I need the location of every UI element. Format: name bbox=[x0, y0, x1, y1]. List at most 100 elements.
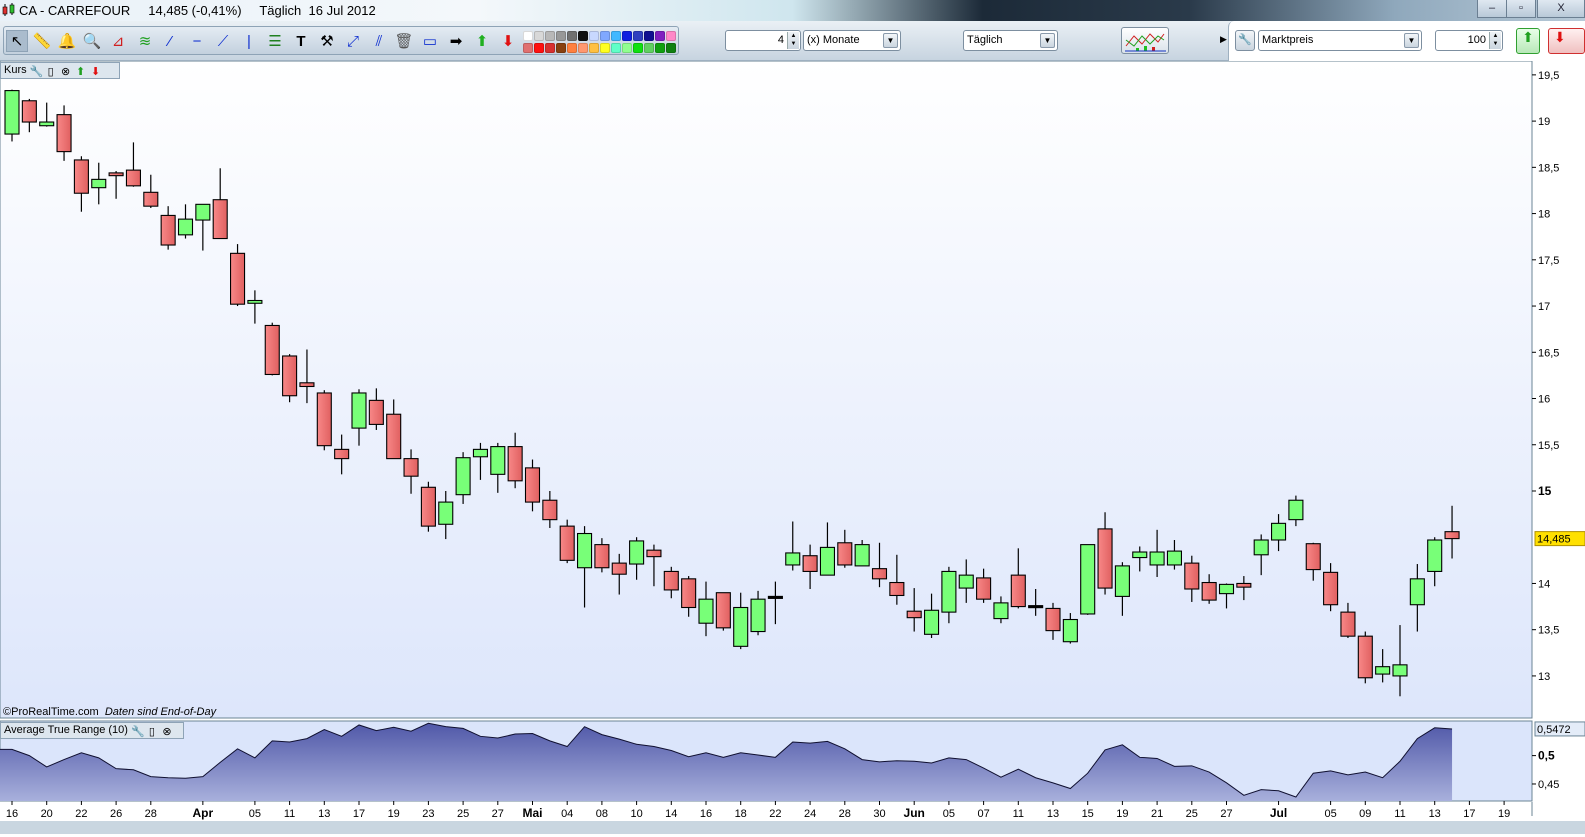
move-up-icon[interactable]: ⬆ bbox=[75, 66, 87, 78]
wrench-button[interactable]: 🔧 bbox=[1235, 30, 1255, 51]
chevron-down-icon[interactable]: ▼ bbox=[883, 33, 898, 48]
candle-body-down bbox=[976, 577, 992, 600]
color-swatch[interactable] bbox=[644, 31, 654, 41]
chevron-down-icon[interactable]: ▼ bbox=[1404, 33, 1419, 48]
minimize-button[interactable]: – bbox=[1477, 0, 1507, 18]
units-select[interactable]: (x) Monate ▼ bbox=[803, 30, 901, 51]
restore-button[interactable]: ▫ bbox=[1506, 0, 1536, 18]
color-swatch[interactable] bbox=[611, 31, 621, 41]
buy-order-button[interactable]: ⬆ bbox=[1516, 28, 1540, 54]
window-icon[interactable]: ▯ bbox=[146, 726, 158, 738]
atr-axis[interactable]: 0,5 0,45 0,5472 bbox=[1532, 721, 1585, 791]
data-source-note: ©ProRealTime.com Daten sind End-of-Day bbox=[3, 706, 216, 718]
color-swatch[interactable] bbox=[523, 31, 533, 41]
vertical-line-icon[interactable]: | bbox=[238, 30, 260, 52]
candle-body-up bbox=[941, 570, 957, 613]
window-icon[interactable]: ▯ bbox=[45, 66, 57, 78]
units-count-input[interactable]: 4 ▲ ▼ bbox=[725, 30, 801, 51]
color-swatch[interactable] bbox=[622, 43, 632, 53]
candle-body-down bbox=[906, 610, 922, 619]
color-swatch[interactable] bbox=[644, 43, 654, 53]
indicators-button[interactable] bbox=[1121, 27, 1169, 54]
candle-body-down bbox=[1184, 562, 1200, 590]
trash-icon[interactable]: 🗑 bbox=[393, 30, 415, 52]
units-spinner[interactable]: ▲ ▼ bbox=[787, 32, 799, 49]
trendline-icon[interactable]: ⁄ bbox=[159, 30, 181, 52]
date-tick-label: 25 bbox=[457, 808, 469, 820]
bars-count-input[interactable]: 100 ▲ ▼ bbox=[1435, 30, 1503, 51]
color-swatch[interactable] bbox=[622, 31, 632, 41]
candle-body-down bbox=[663, 570, 679, 591]
wrench-icon[interactable]: 🔧 bbox=[30, 66, 44, 78]
candle-body-up bbox=[351, 392, 367, 429]
color-swatch[interactable] bbox=[589, 31, 599, 41]
interval-select[interactable]: Täglich ▼ bbox=[963, 30, 1058, 51]
color-swatch[interactable] bbox=[578, 43, 588, 53]
arrow-up-icon[interactable]: ⬆ bbox=[471, 30, 493, 52]
alert-bell-icon[interactable]: 🔔 bbox=[56, 30, 78, 52]
chevron-down-icon[interactable]: ▼ bbox=[1040, 33, 1055, 48]
bars-spinner[interactable]: ▲ ▼ bbox=[1489, 32, 1501, 49]
chart-area[interactable]: 19,5 19 18,5 18 17,5 17 16,5 16 15,5 15 14 13,5 13 14… bbox=[0, 60, 1585, 834]
color-swatch[interactable] bbox=[545, 43, 555, 53]
color-swatch[interactable] bbox=[567, 43, 577, 53]
color-swatch[interactable] bbox=[600, 43, 610, 53]
date-tick-label: 14 bbox=[665, 808, 677, 820]
date-tick-label: 19 bbox=[388, 808, 400, 820]
color-swatch[interactable] bbox=[600, 31, 610, 41]
wrench-icon[interactable]: 🔧 bbox=[131, 726, 145, 738]
expand-arrow-icon[interactable]: ▶ bbox=[1220, 34, 1227, 45]
drawing-tools-group: ↖ 📏 🔔 🔍 ⊿ ≋ ⁄ − ⟋ | ☰ T ⚒ ⤢ ⫽ 🗑 ▭ ➡ ⬆ ⬇ bbox=[3, 26, 679, 55]
move-down-icon[interactable]: ⬇ bbox=[90, 66, 102, 78]
color-swatch[interactable] bbox=[666, 31, 676, 41]
price-axis[interactable]: 19,5 19 18,5 18 17,5 17 16,5 16 15,5 15 14 13,5 13 14… bbox=[1532, 70, 1585, 683]
horizontal-line-icon[interactable]: − bbox=[186, 30, 208, 52]
close-circle-icon[interactable]: ⊗ bbox=[161, 726, 173, 738]
color-swatch[interactable] bbox=[633, 43, 643, 53]
color-swatch[interactable] bbox=[523, 43, 533, 53]
extend-line-icon[interactable]: ⤢ bbox=[342, 30, 364, 52]
arrow-right-icon[interactable]: ➡ bbox=[445, 30, 467, 52]
zoom-icon[interactable]: 🔍 bbox=[81, 30, 103, 52]
tools-icon[interactable]: ⚒ bbox=[316, 30, 338, 52]
sell-order-button[interactable]: ⬇ bbox=[1548, 28, 1585, 54]
candle-body-down bbox=[594, 544, 610, 569]
ruler-icon[interactable]: 📏 bbox=[31, 30, 53, 52]
color-swatch[interactable] bbox=[611, 43, 621, 53]
segment-icon[interactable]: ⟋ bbox=[212, 30, 234, 52]
color-swatch[interactable] bbox=[589, 43, 599, 53]
current-atr-label: 0,5472 bbox=[1537, 724, 1571, 736]
fan-icon[interactable]: ⊿ bbox=[107, 30, 129, 52]
channel-icon[interactable]: ≋ bbox=[134, 30, 156, 52]
fibonacci-icon[interactable]: ☰ bbox=[264, 30, 286, 52]
color-swatch[interactable] bbox=[556, 43, 566, 53]
parallel-line-icon[interactable]: ⫽ bbox=[368, 30, 390, 52]
candle-body-down bbox=[889, 581, 905, 597]
date-tick-label: 05 bbox=[943, 808, 955, 820]
color-swatch[interactable] bbox=[534, 31, 544, 41]
color-swatch[interactable] bbox=[578, 31, 588, 41]
color-swatch[interactable] bbox=[534, 43, 544, 53]
candle-body-up bbox=[1080, 544, 1096, 615]
candle-body-down bbox=[160, 214, 176, 246]
color-swatch[interactable] bbox=[567, 31, 577, 41]
bottom-scrollbar[interactable] bbox=[0, 821, 1585, 834]
arrow-down-icon[interactable]: ⬇ bbox=[497, 30, 519, 52]
rectangle-icon[interactable]: ▭ bbox=[419, 30, 441, 52]
candle-body-down bbox=[1357, 635, 1373, 679]
color-swatch[interactable] bbox=[556, 31, 566, 41]
price-type-select[interactable]: Marktpreis ▼ bbox=[1258, 30, 1422, 51]
color-swatch[interactable] bbox=[655, 31, 665, 41]
candle-body-down bbox=[1010, 574, 1026, 608]
close-circle-icon[interactable]: ⊗ bbox=[60, 66, 72, 78]
color-swatch[interactable] bbox=[633, 31, 643, 41]
text-icon[interactable]: T bbox=[290, 30, 312, 52]
close-button[interactable]: X bbox=[1537, 0, 1585, 18]
chart-canvas[interactable]: 19,5 19 18,5 18 17,5 17 16,5 16 15,5 15 14 13,5 13 14… bbox=[0, 60, 1585, 834]
color-swatch[interactable] bbox=[545, 31, 555, 41]
pointer-icon[interactable]: ↖ bbox=[6, 30, 28, 52]
date-axis[interactable]: 16 20 22 26 28 Apr 05 11 13 17 19 23 25 27 Mai 04 08 10 14… bbox=[6, 801, 1510, 820]
color-swatch[interactable] bbox=[655, 43, 665, 53]
color-swatch[interactable] bbox=[666, 43, 676, 53]
period-label: Täglich bbox=[259, 3, 302, 18]
